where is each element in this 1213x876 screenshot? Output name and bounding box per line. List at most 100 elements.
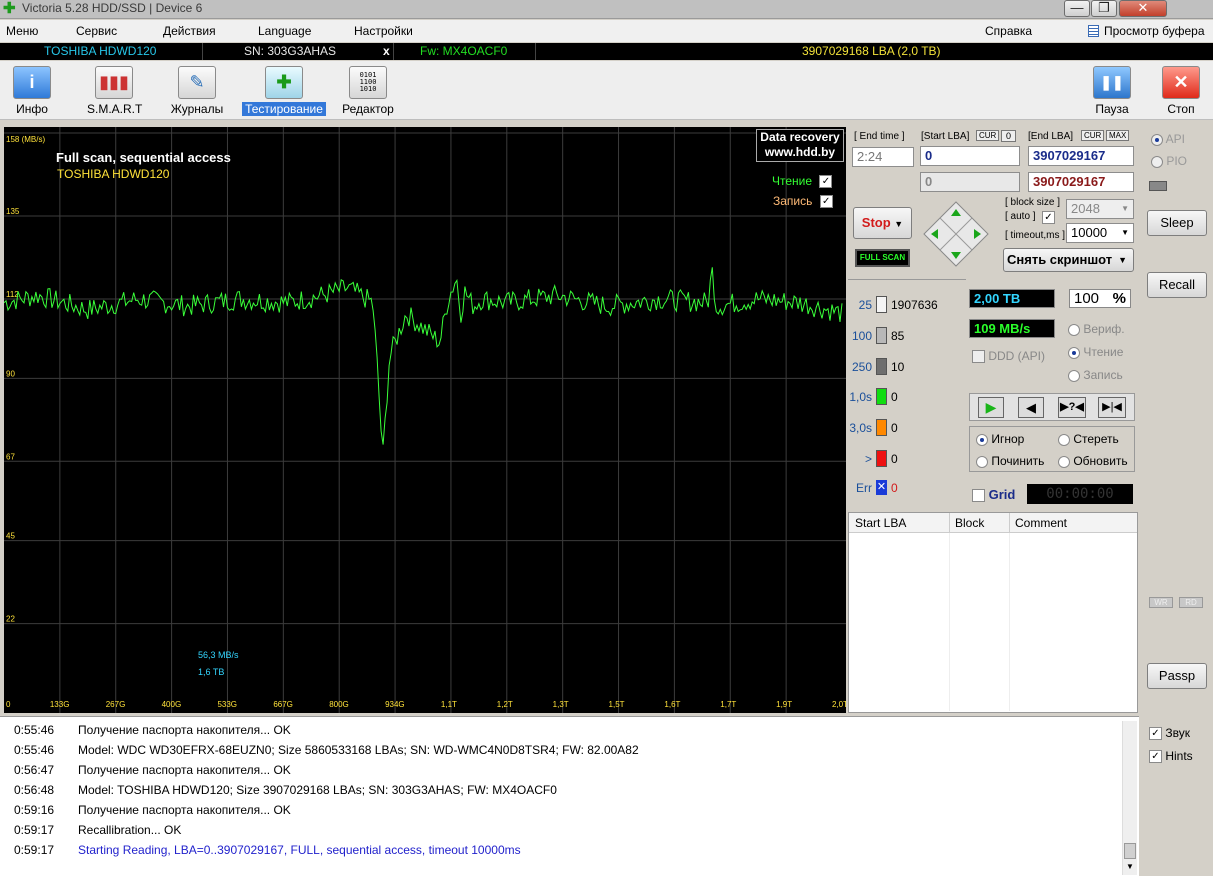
- column-start-lba[interactable]: Start LBA: [855, 516, 906, 530]
- mode-read[interactable]: Чтение: [1068, 345, 1123, 359]
- recall-button[interactable]: Recall: [1147, 272, 1207, 298]
- log-time: 0:59:17: [14, 843, 55, 857]
- x-tick-label: 1,3T: [553, 700, 569, 709]
- verify-radio[interactable]: [1068, 323, 1080, 336]
- read-radio[interactable]: [1068, 346, 1080, 359]
- refresh-radio[interactable]: [1058, 455, 1070, 468]
- scroll-down-icon[interactable]: ▼: [1124, 861, 1136, 873]
- watermark-line-1: Data recovery: [760, 130, 840, 144]
- start-lba-zero-button[interactable]: 0: [1001, 130, 1017, 142]
- x-tick-label: 1,7T: [720, 700, 736, 709]
- pio-radio[interactable]: [1151, 155, 1163, 168]
- close-button[interactable]: ✕: [1119, 0, 1167, 17]
- end-time-field[interactable]: 2:24: [852, 147, 914, 167]
- grid-option[interactable]: Grid: [972, 487, 1015, 503]
- chevron-down-icon: ▼: [1118, 255, 1127, 265]
- ddd-checkbox[interactable]: [972, 350, 985, 364]
- journals-tab[interactable]: ✎ Журналы: [167, 66, 227, 118]
- menu-item-menu[interactable]: Меню: [6, 24, 38, 38]
- legend-read-checkbox[interactable]: ✓: [819, 175, 833, 189]
- timeout-select[interactable]: 10000 ▼: [1066, 223, 1134, 243]
- log-scrollbar[interactable]: ▼: [1122, 721, 1137, 875]
- mode-verify[interactable]: Вериф.: [1068, 322, 1125, 336]
- sleep-button[interactable]: Sleep: [1147, 210, 1207, 236]
- sound-checkbox[interactable]: ✓: [1149, 727, 1162, 741]
- end-lba-field[interactable]: 3907029167: [1028, 146, 1134, 166]
- bucket-errors: Err ✕ 0: [856, 480, 898, 495]
- start-lba-field[interactable]: 0: [920, 146, 1020, 166]
- auto-checkbox[interactable]: ✓: [1042, 211, 1055, 224]
- hints-option[interactable]: ✓ Hints: [1149, 749, 1193, 764]
- column-comment[interactable]: Comment: [1015, 516, 1067, 530]
- jump-end-icon[interactable]: ▶|◀: [1098, 397, 1126, 418]
- repair-radio[interactable]: [976, 455, 988, 468]
- defects-table[interactable]: Start LBA Block Comment: [848, 512, 1138, 713]
- rewind-icon[interactable]: ◀: [1018, 397, 1044, 418]
- action-repair[interactable]: Починить: [976, 454, 1044, 468]
- menu-item-help[interactable]: Справка: [985, 24, 1032, 38]
- transport-bar: ▶ ◀ ▶?◀ ▶|◀: [969, 393, 1135, 421]
- bucket-1s: 1,0s 0: [849, 388, 898, 405]
- menu-item-service[interactable]: Сервис: [76, 24, 117, 38]
- menu-item-language[interactable]: Language: [258, 24, 311, 38]
- end-lba-max-button[interactable]: MAX: [1106, 130, 1130, 141]
- size-readout: 2,00 TB: [969, 289, 1055, 308]
- start-lba-current: 0: [920, 172, 1020, 192]
- info-tab[interactable]: i Инфо: [2, 66, 62, 118]
- smart-tab[interactable]: ▮▮▮ S.M.A.R.T: [84, 66, 144, 118]
- log-panel[interactable]: 0:55:46 Получение паспорта накопителя... …: [0, 716, 1139, 876]
- play-icon[interactable]: ▶: [978, 397, 1004, 418]
- direction-pad[interactable]: [923, 201, 989, 267]
- scroll-thumb[interactable]: [1124, 843, 1136, 859]
- skip-unknown-icon[interactable]: ▶?◀: [1058, 397, 1086, 418]
- device-model[interactable]: TOSHIBA HDWD120: [44, 44, 156, 58]
- editor-tab[interactable]: 0101 1100 1010 Редактор: [337, 66, 399, 118]
- pause-button[interactable]: ❚❚ Пауза: [1082, 66, 1142, 118]
- sound-option[interactable]: ✓ Звук: [1149, 726, 1190, 741]
- api-option[interactable]: API: [1151, 132, 1185, 146]
- passport-button[interactable]: Passp: [1147, 663, 1207, 689]
- action-refresh[interactable]: Обновить: [1058, 454, 1128, 468]
- testing-tab-label: Тестирование: [242, 102, 326, 116]
- watermark: Data recovery www.hdd.by: [756, 129, 844, 162]
- table-header: Start LBA Block Comment: [849, 513, 1137, 533]
- menu-item-settings[interactable]: Настройки: [354, 24, 413, 38]
- grid-checkbox[interactable]: [972, 489, 985, 503]
- screenshot-button[interactable]: Снять скриншот ▼: [1003, 248, 1134, 272]
- testing-tab[interactable]: ✚ Тестирование: [240, 66, 328, 118]
- menu-item-buffer[interactable]: Просмотр буфера: [1104, 24, 1205, 38]
- erase-radio[interactable]: [1058, 433, 1070, 446]
- window-title: Victoria 5.28 HDD/SSD | Device 6: [22, 1, 203, 15]
- stop-button[interactable]: ✕ Стоп: [1151, 66, 1211, 118]
- watermark-line-2: www.hdd.by: [764, 145, 836, 159]
- end-lba-cur-button[interactable]: CUR: [1081, 130, 1105, 141]
- write-radio[interactable]: [1068, 369, 1080, 382]
- legend-read[interactable]: Чтение ✓: [772, 174, 833, 189]
- start-lba-cur-button[interactable]: CUR: [976, 130, 1000, 141]
- legend-write[interactable]: Запись ✓: [773, 194, 833, 209]
- maximize-button[interactable]: ❐: [1091, 0, 1117, 17]
- app-icon: ✚: [3, 0, 16, 17]
- speed-chart[interactable]: 158 (MB/s) 135 112 90 67 45 22 0 133G 267G 400G 533…: [4, 127, 846, 713]
- log-text: Model: WDC WD30EFRX-68EUZN0; Size 586053…: [78, 743, 639, 757]
- ddd-option[interactable]: DDD (API): [972, 349, 1045, 364]
- action-erase[interactable]: Стереть: [1058, 432, 1119, 446]
- log-row: 0:55:46 Получение паспорта накопителя... …: [14, 723, 291, 737]
- x-tick-label: 0: [6, 700, 11, 709]
- legend-write-checkbox[interactable]: ✓: [819, 195, 833, 209]
- block-size-select[interactable]: 2048 ▼: [1066, 199, 1134, 219]
- hints-checkbox[interactable]: ✓: [1149, 750, 1162, 764]
- pio-option[interactable]: PIO: [1151, 154, 1187, 168]
- action-ignore[interactable]: Игнор: [976, 432, 1024, 446]
- mode-write[interactable]: Запись: [1068, 368, 1123, 382]
- chevron-down-icon: ▼: [1121, 228, 1129, 237]
- column-block[interactable]: Block: [955, 516, 984, 530]
- divider: [535, 43, 536, 60]
- minimize-button[interactable]: —: [1064, 0, 1090, 17]
- log-text: Recallibration... OK: [78, 823, 182, 837]
- stop-dropdown-button[interactable]: Stop ▼: [853, 207, 912, 239]
- menu-item-actions[interactable]: Действия: [163, 24, 216, 38]
- ignore-radio[interactable]: [976, 433, 988, 446]
- bucket-250ms-swatch: [876, 358, 887, 375]
- api-radio[interactable]: [1151, 133, 1163, 146]
